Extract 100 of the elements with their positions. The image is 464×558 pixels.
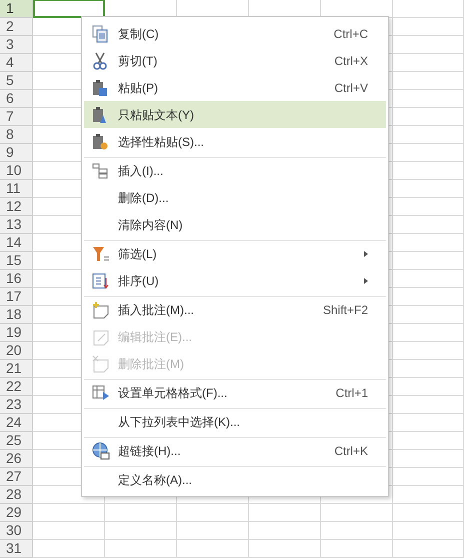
row-header[interactable]: 3 [0, 36, 33, 54]
menu-label: 定义名称(A)... [118, 472, 193, 489]
row-header[interactable]: 16 [0, 270, 33, 288]
row-header[interactable]: 10 [0, 162, 33, 180]
globe-icon [92, 442, 110, 460]
row-header[interactable]: 8 [0, 126, 33, 144]
row-header[interactable]: 29 [0, 504, 33, 522]
row-header[interactable]: 6 [0, 90, 33, 108]
row-header[interactable]: 31 [0, 540, 33, 558]
grid-cell[interactable] [393, 108, 464, 126]
row-header[interactable]: 26 [0, 450, 33, 468]
menu-item[interactable]: 定义名称(A)... [84, 466, 386, 493]
menu-item[interactable]: 选择性粘贴(S)... [84, 128, 386, 155]
grid-cell[interactable] [393, 414, 464, 432]
grid-cell[interactable] [393, 306, 464, 324]
grid-cell[interactable] [393, 234, 464, 252]
grid-cell[interactable] [393, 450, 464, 468]
grid-cell[interactable] [393, 180, 464, 198]
grid-cell[interactable] [393, 396, 464, 414]
row-header[interactable]: 23 [0, 396, 33, 414]
row-header[interactable]: 13 [0, 216, 33, 234]
row-header[interactable]: 25 [0, 432, 33, 450]
row-header[interactable]: 1 [0, 0, 33, 18]
row-header[interactable]: 27 [0, 468, 33, 486]
scissors-icon [92, 52, 108, 70]
row-header[interactable]: 11 [0, 180, 33, 198]
menu-label: 选择性粘贴(S)... [118, 134, 205, 150]
grid-cell[interactable] [249, 540, 321, 558]
menu-label: 删除批注(M) [118, 356, 185, 372]
grid-cell[interactable] [393, 288, 464, 306]
grid-cell[interactable] [393, 54, 464, 72]
grid-cell[interactable] [393, 216, 464, 234]
shortcut-label: Shift+F2 [322, 302, 368, 319]
grid-cell[interactable] [177, 504, 249, 522]
row-header[interactable]: 7 [0, 108, 33, 126]
menu-item[interactable]: 清除内容(N) [84, 211, 386, 238]
menu-item[interactable]: 粘贴(P) Ctrl+V [84, 74, 386, 101]
row-header[interactable]: 15 [0, 252, 33, 270]
grid-cell[interactable] [393, 18, 464, 36]
grid-cell[interactable] [393, 324, 464, 342]
menu-item[interactable]: 插入批注(M)... Shift+F2 [84, 296, 386, 323]
grid-cell[interactable] [393, 162, 464, 180]
row-header[interactable]: 22 [0, 378, 33, 396]
row-header[interactable]: 14 [0, 234, 33, 252]
menu-item[interactable]: 只粘贴文本(Y) [84, 101, 386, 128]
grid-cell[interactable] [393, 486, 464, 504]
grid-cell[interactable] [105, 540, 177, 558]
grid-cell[interactable] [393, 378, 464, 396]
grid-cell[interactable] [393, 468, 464, 486]
grid-cell[interactable] [105, 522, 177, 540]
row-header[interactable]: 4 [0, 54, 33, 72]
grid-cell[interactable] [393, 0, 464, 18]
row-header[interactable]: 9 [0, 144, 33, 162]
grid-cell[interactable] [249, 504, 321, 522]
grid-cell[interactable] [393, 540, 464, 558]
grid-cell[interactable] [393, 72, 464, 90]
grid-cell[interactable] [393, 198, 464, 216]
row-header[interactable]: 30 [0, 522, 33, 540]
grid-cell[interactable] [393, 270, 464, 288]
row-header[interactable]: 20 [0, 342, 33, 360]
grid-cell[interactable] [249, 522, 321, 540]
grid-cell[interactable] [393, 504, 464, 522]
menu-item[interactable]: 排序(U) [84, 267, 386, 294]
menu-item[interactable]: 筛选(L) [84, 240, 386, 267]
menu-item[interactable]: 超链接(H)... Ctrl+K [84, 437, 386, 464]
menu-item[interactable]: 从下拉列表中选择(K)... [84, 408, 386, 435]
grid-cell[interactable] [321, 522, 393, 540]
grid-cell[interactable] [393, 342, 464, 360]
grid-cell[interactable] [33, 540, 105, 558]
grid-cell[interactable] [393, 90, 464, 108]
menu-item[interactable]: 设置单元格格式(F)... Ctrl+1 [84, 379, 386, 406]
menu-label: 粘贴(P) [118, 80, 159, 96]
grid-cell[interactable] [393, 522, 464, 540]
row-header[interactable]: 24 [0, 414, 33, 432]
grid-cell[interactable] [321, 504, 393, 522]
grid-cell[interactable] [33, 522, 105, 540]
menu-label: 清除内容(N) [118, 216, 184, 234]
row-header[interactable]: 5 [0, 72, 33, 90]
grid-cell[interactable] [177, 522, 249, 540]
menu-item[interactable]: 删除(D)... [84, 184, 386, 211]
menu-item[interactable]: 剪切(T) Ctrl+X [84, 47, 386, 74]
grid-cell[interactable] [177, 540, 249, 558]
grid-cell[interactable] [393, 144, 464, 162]
grid-cell[interactable] [33, 504, 105, 522]
row-header[interactable]: 28 [0, 486, 33, 504]
grid-cell[interactable] [393, 36, 464, 54]
grid-cell[interactable] [105, 504, 177, 522]
row-header[interactable]: 19 [0, 324, 33, 342]
row-header[interactable]: 2 [0, 18, 33, 36]
grid-cell[interactable] [393, 252, 464, 270]
menu-item[interactable]: 复制(C) Ctrl+C [84, 20, 386, 47]
row-header[interactable]: 18 [0, 306, 33, 324]
grid-cell[interactable] [393, 360, 464, 378]
menu-item[interactable]: 插入(I)... [84, 157, 386, 184]
grid-cell[interactable] [321, 540, 393, 558]
row-header[interactable]: 12 [0, 198, 33, 216]
row-header[interactable]: 17 [0, 288, 33, 306]
grid-cell[interactable] [393, 126, 464, 144]
row-header[interactable]: 21 [0, 360, 33, 378]
grid-cell[interactable] [393, 432, 464, 450]
